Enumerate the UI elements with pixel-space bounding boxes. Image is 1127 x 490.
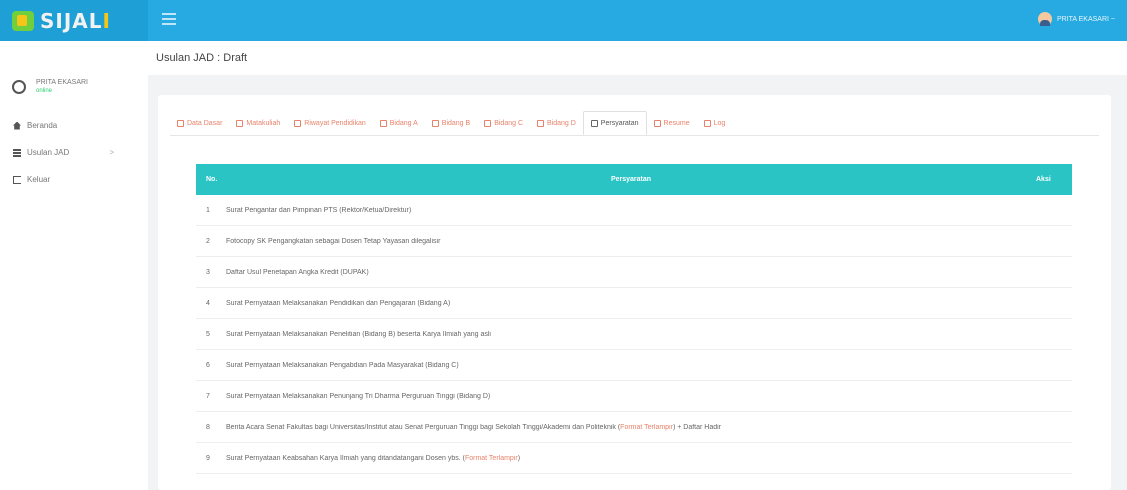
tab-matakuliah[interactable]: Matakuliah	[229, 111, 287, 135]
top-navbar: SIJALI PRITA EKASARI ~	[0, 0, 1127, 41]
table-row: 8 Berita Acara Senat Fakultas bagi Unive…	[196, 412, 1072, 443]
sidebar-item-label: Beranda	[27, 121, 58, 130]
table-row: 7 Surat Pernyataan Melaksanakan Penunjan…	[196, 381, 1072, 412]
tab-bidang-a[interactable]: Bidang A	[373, 111, 425, 135]
brand-main-text: SIJAL	[40, 8, 103, 33]
user-menu-dropdown[interactable]: PRITA EKASARI ~	[1037, 12, 1115, 26]
column-header-requirement: Persyaratan	[610, 176, 652, 183]
row-number: 8	[206, 423, 210, 431]
tab-bar: Data Dasar Matakuliah Riwayat Pendidikan…	[170, 111, 1099, 136]
tab-data-dasar[interactable]: Data Dasar	[170, 111, 229, 135]
table-row: 6 Surat Pernyataan Melaksanakan Pengabdi…	[196, 350, 1072, 381]
row-number: 9	[206, 454, 210, 462]
brand-accent-text: I	[102, 8, 111, 33]
table-row: 2 Fotocopy SK Pengangkatan sebagai Dosen…	[196, 226, 1072, 257]
tab-bidang-b[interactable]: Bidang B	[425, 111, 477, 135]
tab-label: Bidang A	[389, 119, 418, 127]
logout-icon	[13, 175, 21, 184]
tab-label: Bidang D	[547, 119, 576, 127]
requirement-text: Surat Pernyataan Melaksanakan Penunjang …	[226, 392, 491, 400]
requirement-text: Surat Pernyataan Keabsahan Karya Ilmiah …	[226, 455, 1036, 462]
user-avatar-icon	[1037, 12, 1052, 26]
sidebar-item-keluar[interactable]: Keluar	[0, 166, 148, 193]
sidebar-nav: Beranda Usulan JAD > Keluar	[0, 112, 148, 193]
tab-log[interactable]: Log	[697, 111, 733, 135]
file-icon	[484, 119, 492, 127]
content-header: Usulan JAD : Draft	[148, 41, 1127, 75]
edit-icon	[236, 119, 244, 127]
profile-avatar-icon	[12, 79, 26, 94]
file-icon	[431, 119, 439, 127]
book-icon	[294, 119, 302, 127]
sidebar: PRITA EKASARI online Beranda Usulan JAD …	[0, 41, 148, 490]
tab-resume[interactable]: Resume	[647, 111, 697, 135]
table-row: 4 Surat Pernyataan Melaksanakan Pendidik…	[196, 288, 1072, 319]
tab-label: Persyaratan	[600, 119, 639, 127]
requirement-text: Surat Pengantar dari Pimpinan PTS (Rekto…	[226, 206, 412, 214]
tab-label: Resume	[663, 119, 690, 127]
tab-label: Bidang B	[441, 119, 471, 127]
requirement-text-suffix: ) + Daftar Hadir	[672, 423, 721, 431]
main-card: Data Dasar Matakuliah Riwayat Pendidikan…	[158, 95, 1111, 490]
profile-name: PRITA EKASARI	[36, 79, 88, 86]
chevron-right-icon: >	[109, 148, 114, 157]
format-link[interactable]: Format Terlampir	[620, 424, 673, 431]
sidebar-profile: PRITA EKASARI online	[0, 41, 148, 94]
row-number: 3	[206, 268, 210, 276]
tab-label: Bidang C	[494, 119, 523, 127]
tab-bidang-d[interactable]: Bidang D	[530, 111, 583, 135]
format-link[interactable]: Format Terlampir	[465, 455, 518, 462]
row-number: 6	[206, 361, 210, 369]
profile-status: online	[36, 88, 53, 94]
tab-riwayat-pendidikan[interactable]: Riwayat Pendidikan	[287, 111, 372, 135]
checkbox-icon	[590, 119, 598, 127]
table-row: 1 Surat Pengantar dari Pimpinan PTS (Rek…	[196, 195, 1072, 226]
menu-toggle-icon[interactable]	[162, 13, 176, 25]
user-menu-label: PRITA EKASARI ~	[1056, 15, 1115, 23]
home-icon	[13, 121, 21, 130]
requirement-text-part: Surat Pernyataan Keabsahan Karya Ilmiah …	[226, 454, 465, 462]
table-row: 3 Daftar Usul Penetapan Angka Kredit (DU…	[196, 257, 1072, 288]
tab-bidang-c[interactable]: Bidang C	[477, 111, 530, 135]
requirement-text: Daftar Usul Penetapan Angka Kredit (DUPA…	[226, 268, 369, 276]
requirements-table: No. Persyaratan Aksi 1 Surat Pengantar d…	[196, 164, 1072, 474]
tab-label: Data Dasar	[187, 119, 223, 127]
user-icon	[177, 119, 184, 127]
calendar-icon	[703, 119, 711, 127]
app-logo-icon	[12, 10, 34, 31]
requirement-text-part: Berita Acara Senat Fakultas bagi Univers…	[226, 423, 621, 431]
tab-label: Log	[713, 119, 726, 127]
file-icon	[653, 119, 661, 127]
table-row: 5 Surat Pernyataan Melaksanakan Peneliti…	[196, 319, 1072, 350]
page-title: Usulan JAD : Draft	[156, 52, 248, 64]
row-number: 5	[206, 330, 210, 338]
row-number: 2	[206, 237, 210, 245]
row-number: 1	[206, 206, 210, 214]
row-number: 7	[206, 392, 210, 400]
column-header-no: No.	[206, 176, 218, 183]
sidebar-item-label: Usulan JAD	[27, 148, 70, 157]
tab-label: Riwayat Pendidikan	[304, 119, 366, 127]
tab-label: Matakuliah	[246, 119, 281, 127]
requirement-text: Surat Pernyataan Melaksanakan Pengabdian…	[226, 361, 459, 369]
requirement-text-suffix: )	[517, 454, 521, 462]
brand-logo-area[interactable]: SIJALI	[0, 0, 148, 41]
requirement-text: Fotocopy SK Pengangkatan sebagai Dosen T…	[226, 237, 441, 245]
row-number: 4	[206, 299, 210, 307]
list-icon	[13, 148, 21, 157]
sidebar-item-beranda[interactable]: Beranda	[0, 112, 148, 139]
table-row: 9 Surat Pernyataan Keabsahan Karya Ilmia…	[196, 443, 1072, 474]
requirement-text: Surat Pernyataan Melaksanakan Pendidikan…	[226, 299, 451, 307]
tab-persyaratan[interactable]: Persyaratan	[582, 111, 647, 135]
file-icon	[537, 119, 544, 127]
requirement-text: Berita Acara Senat Fakultas bagi Univers…	[226, 424, 1036, 431]
app-brand-text: SIJALI	[40, 9, 111, 33]
file-icon	[379, 119, 387, 127]
sidebar-item-label: Keluar	[27, 175, 51, 184]
table-header: No. Persyaratan Aksi	[196, 164, 1072, 195]
column-header-action: Aksi	[1036, 176, 1051, 183]
sidebar-item-usulan-jad[interactable]: Usulan JAD >	[0, 139, 148, 166]
requirement-text: Surat Pernyataan Melaksanakan Penelitian…	[226, 330, 491, 338]
